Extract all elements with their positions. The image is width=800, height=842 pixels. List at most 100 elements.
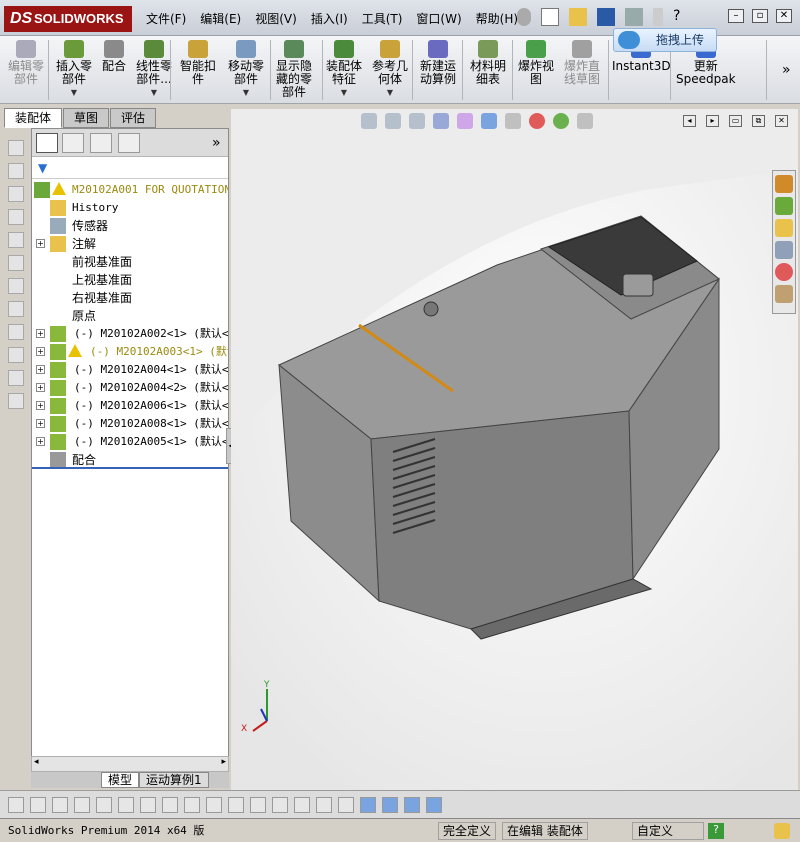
view-cube-icon[interactable] <box>8 163 24 179</box>
tab-sketch[interactable]: 草图 <box>63 108 110 128</box>
zoom-to-area-icon[interactable] <box>385 113 401 129</box>
dropdown-arrow-icon[interactable]: ▼ <box>136 86 172 99</box>
file-explorer-icon[interactable] <box>775 219 793 237</box>
parallel-icon[interactable] <box>184 797 200 813</box>
command-9[interactable]: 参考几 何体 ▼ <box>372 40 408 99</box>
previous-view-icon[interactable] <box>409 113 425 129</box>
sketch-tool-icon[interactable] <box>8 324 24 340</box>
home-icon[interactable] <box>775 175 793 193</box>
graphics-area[interactable]: Y X ◂ ▸ ▭ ⧉ ✕ <box>231 109 798 790</box>
dropdown-arrow-icon[interactable]: ▼ <box>372 86 408 99</box>
section-view-icon[interactable] <box>433 113 449 129</box>
select-box-icon[interactable] <box>426 797 442 813</box>
viewport-min-icon[interactable]: ◂ <box>683 115 696 127</box>
expand-icon[interactable]: + <box>36 239 45 248</box>
command-11[interactable]: 材料明 细表 <box>470 40 506 86</box>
menu-tools[interactable]: 工具(T) <box>362 10 403 27</box>
tree-item[interactable]: 原点 <box>32 307 228 325</box>
tree-item[interactable]: + 注解 <box>32 235 228 253</box>
view-cube-icon[interactable] <box>8 209 24 225</box>
solidworks-logo[interactable]: DS SOLIDWORKS <box>4 6 132 32</box>
view-palette-icon[interactable] <box>775 241 793 259</box>
menu-edit[interactable]: 编辑(E) <box>200 10 241 27</box>
display-manager-tab-icon[interactable] <box>118 133 140 153</box>
dropdown-arrow-icon[interactable]: ▼ <box>56 86 92 99</box>
property-manager-tab-icon[interactable] <box>62 133 84 153</box>
tab-evaluate[interactable]: 评估 <box>110 108 157 128</box>
tree-item[interactable]: 前视基准面 <box>32 253 228 271</box>
pin-icon[interactable] <box>517 8 531 26</box>
tree-item[interactable]: 上视基准面 <box>32 271 228 289</box>
command-4[interactable]: 线性零 部件... ▼ <box>136 40 172 99</box>
dimension-icon[interactable] <box>272 797 288 813</box>
view-cube-icon[interactable] <box>8 255 24 271</box>
sketch-tool-icon[interactable] <box>8 347 24 363</box>
configuration-tab-icon[interactable] <box>90 133 112 153</box>
tab-nav-arrows[interactable] <box>31 772 101 788</box>
edit-appearance-icon[interactable] <box>529 113 545 129</box>
expand-icon[interactable]: + <box>36 419 45 428</box>
tree-component[interactable]: + (-) M20102A004<2> (默认<默 <box>32 379 228 397</box>
tree-item[interactable]: History <box>32 199 228 217</box>
view-cube-icon[interactable] <box>8 278 24 294</box>
menu-insert[interactable]: 插入(I) <box>311 10 348 27</box>
trim-icon[interactable] <box>118 797 134 813</box>
dropdown-arrow-icon[interactable]: ▼ <box>228 86 264 99</box>
scroll-left-icon[interactable]: ◂ <box>34 757 39 767</box>
view-cube-icon[interactable] <box>8 186 24 202</box>
command-8[interactable]: 装配体 特征 ▼ <box>326 40 362 99</box>
perpendicular-icon[interactable] <box>206 797 222 813</box>
display-style-icon[interactable] <box>481 113 497 129</box>
circle-icon[interactable] <box>52 797 68 813</box>
line-icon[interactable] <box>74 797 90 813</box>
command-6[interactable]: 移动零 部件 ▼ <box>228 40 264 99</box>
panel-horizontal-scrollbar[interactable]: ◂ ▸ <box>31 756 229 772</box>
sketch-tool-icon[interactable] <box>8 301 24 317</box>
tree-component[interactable]: + (-) M20102A003<1> (默认<默 <box>32 343 228 361</box>
scroll-right-icon[interactable]: ▸ <box>221 757 226 767</box>
tree-component[interactable]: + (-) M20102A005<1> (默认<默 <box>32 433 228 451</box>
expand-icon[interactable]: + <box>36 383 45 392</box>
filter-icon[interactable]: ▼ <box>38 161 47 175</box>
frame-icon[interactable] <box>382 797 398 813</box>
expand-icon[interactable]: + <box>36 437 45 446</box>
rollback-bar[interactable] <box>32 467 228 469</box>
rebuild-icon[interactable] <box>653 8 663 26</box>
command-5[interactable]: 智能扣件 <box>180 40 216 86</box>
tab-motion-study[interactable]: 运动算例1 <box>139 772 209 788</box>
help-toggle-icon[interactable]: ? <box>708 823 724 839</box>
mirror-icon[interactable] <box>162 797 178 813</box>
pattern-icon[interactable] <box>316 797 332 813</box>
tree-component[interactable]: + (-) M20102A008<1> (默认<默 <box>32 415 228 433</box>
tree-root-assembly[interactable]: M20102A001 FOR QUOTATION 26 <box>32 181 228 199</box>
tree-component[interactable]: + (-) M20102A004<1> (默认<默 <box>32 361 228 379</box>
tree-component[interactable]: + (-) M20102A002<1> (默认<默 <box>32 325 228 343</box>
view-cube-icon[interactable] <box>8 140 24 156</box>
apply-scene-icon[interactable] <box>553 113 569 129</box>
tree-component[interactable]: + (-) M20102A006<1> (默认<默 <box>32 397 228 415</box>
command-13[interactable]: 爆炸直 线草图 <box>564 40 600 86</box>
view-orientation-icon[interactable] <box>457 113 473 129</box>
custom-properties-icon[interactable] <box>775 285 793 303</box>
grip-icon[interactable] <box>8 797 24 813</box>
command-1[interactable]: 编辑零 部件 <box>8 40 44 86</box>
tab-model[interactable]: 模型 <box>101 772 140 788</box>
angle-icon[interactable] <box>140 797 156 813</box>
feature-tree-tab-icon[interactable] <box>36 133 58 153</box>
expand-icon[interactable]: + <box>36 347 45 356</box>
hide-show-items-icon[interactable] <box>505 113 521 129</box>
new-document-icon[interactable] <box>541 8 559 26</box>
expand-panel-icon[interactable]: » <box>212 135 221 151</box>
viewport-max-icon[interactable]: ▸ <box>706 115 719 127</box>
notification-icon[interactable] <box>774 823 790 839</box>
menu-view[interactable]: 视图(V) <box>255 10 297 27</box>
sketch-tool-icon[interactable] <box>8 370 24 386</box>
tab-assembly[interactable]: 装配体 <box>4 108 63 128</box>
design-library-icon[interactable] <box>775 197 793 215</box>
menu-file[interactable]: 文件(F) <box>146 10 186 27</box>
close-button[interactable]: ✕ <box>776 9 792 23</box>
more-commands-icon[interactable]: » <box>782 62 791 78</box>
save-icon[interactable] <box>597 8 615 26</box>
tree-item[interactable]: 右视基准面 <box>32 289 228 307</box>
minimize-button[interactable]: – <box>728 9 744 23</box>
